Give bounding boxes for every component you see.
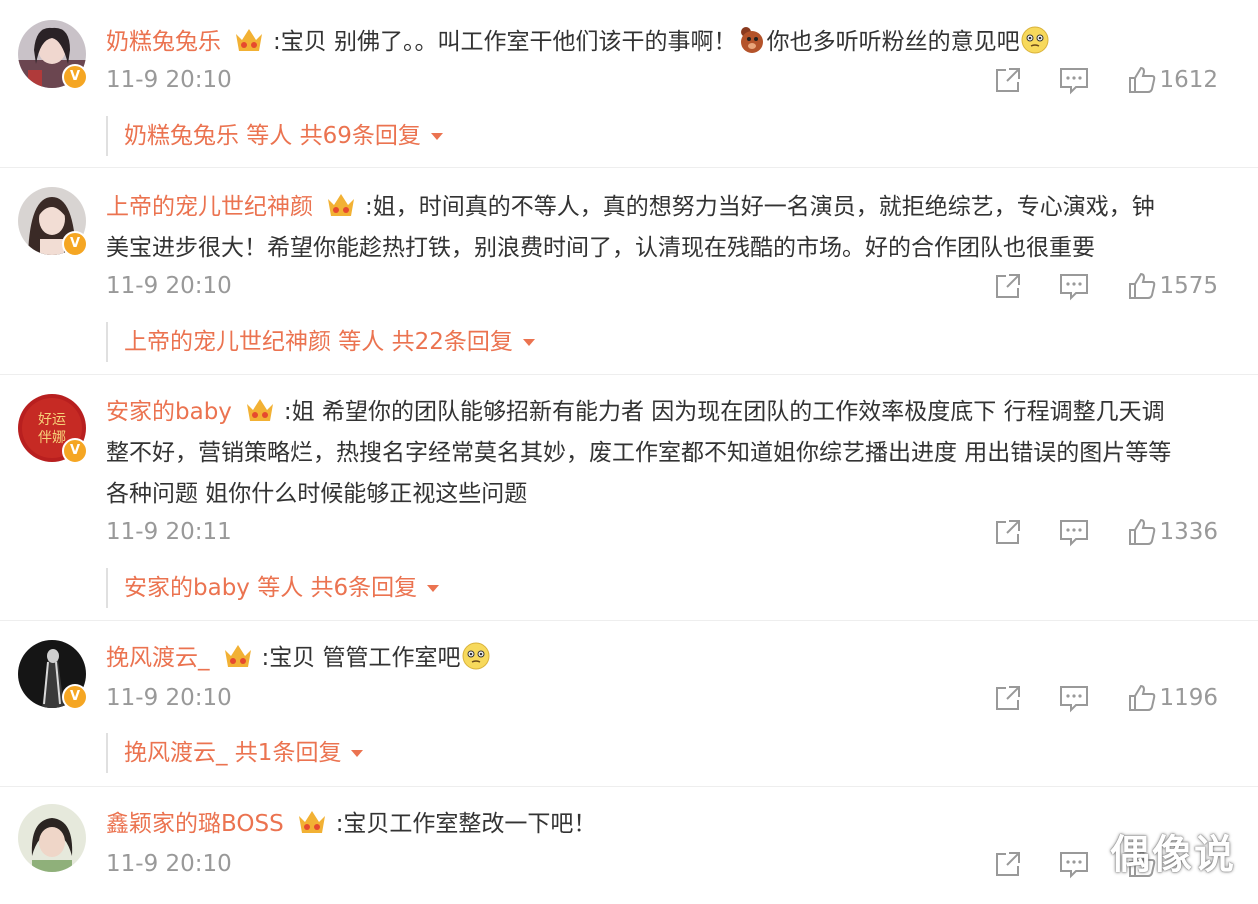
comment-text-cont: 你也多听听粉丝的意见吧 <box>766 29 1020 55</box>
comment-icon[interactable] <box>1058 270 1090 302</box>
like-count: 1575 <box>1159 273 1218 299</box>
comment-text-cont: 美宝进步很大！希望你能趁热打铁，别浪费时间了，认清现在残酷的市场。好的合作团队也… <box>106 235 1095 261</box>
verified-badge-icon: V <box>62 64 88 90</box>
crown-badge-icon <box>246 399 273 421</box>
username-link[interactable]: 挽风渡云_ <box>106 645 210 671</box>
reply-summary-link[interactable]: 上帝的宠儿世纪神颜 等人 共22条回复 <box>106 322 535 362</box>
comment-meta: 11-9 20:10 <box>106 844 1226 884</box>
comment-text: :宝贝 别佛了。。叫工作室干他们该干的事啊！ <box>273 29 737 55</box>
comment-time: 11-9 20:10 <box>106 851 232 877</box>
like-count: 1196 <box>1159 685 1218 711</box>
reply-summary-text: 奶糕兔兔乐 等人 共69条回复 <box>124 123 421 149</box>
comment-body: 安家的baby :姐 希望你的团队能够招新有能力者 因为现在团队的工作效率极度底下… <box>106 392 1226 515</box>
chevron-down-icon <box>427 585 440 592</box>
username-link[interactable]: 上帝的宠儿世纪神颜 <box>106 194 313 220</box>
like-icon[interactable] <box>1126 270 1158 302</box>
reply-summary-text: 上帝的宠儿世纪神颜 等人 共22条回复 <box>124 329 513 355</box>
reply-summary-link[interactable]: 挽风渡云_ 共1条回复 <box>106 733 364 773</box>
watermark: 偶像说 <box>1110 832 1236 878</box>
username-link[interactable]: 鑫颖家的璐BOSS <box>106 811 284 837</box>
like-count: 1336 <box>1159 519 1218 545</box>
comment-icon[interactable] <box>1058 64 1090 96</box>
username-link[interactable]: 奶糕兔兔乐 <box>106 29 221 55</box>
comment-meta: 11-9 20:10 1575 <box>106 266 1226 306</box>
comment-time: 11-9 20:11 <box>106 519 232 545</box>
like-icon[interactable] <box>1126 64 1158 96</box>
chevron-down-icon <box>430 133 443 140</box>
verified-badge-icon: V <box>62 684 88 710</box>
reply-summary-text: 挽风渡云_ 共1条回复 <box>124 740 342 766</box>
comment-text: :姐 希望你的团队能够招新有能力者 因为现在团队的工作效率极度底下 行程调整几天… <box>283 399 1165 425</box>
comment-text-cont: 各种问题 姐你什么时候能够正视这些问题 <box>106 481 528 507</box>
pleading-face-emoji-icon <box>462 642 490 670</box>
comment-body: 挽风渡云_ :宝贝 管管工作室吧 <box>106 638 1226 679</box>
avatar[interactable]: V <box>18 20 88 90</box>
divider <box>0 620 1258 621</box>
comment-time: 11-9 20:10 <box>106 273 232 299</box>
share-icon[interactable] <box>992 516 1024 548</box>
like-icon[interactable] <box>1126 516 1158 548</box>
comment-icon[interactable] <box>1058 848 1090 880</box>
comment-time: 11-9 20:10 <box>106 67 232 93</box>
divider <box>0 167 1258 168</box>
share-icon[interactable] <box>992 682 1024 714</box>
comment-text: :宝贝工作室整改一下吧！ <box>335 811 597 837</box>
reply-summary-link[interactable]: 安家的baby 等人 共6条回复 <box>106 568 440 608</box>
avatar[interactable]: V <box>18 187 88 257</box>
verified-badge-icon: V <box>62 438 88 464</box>
avatar[interactable] <box>18 804 86 872</box>
comment-time: 11-9 20:10 <box>106 685 232 711</box>
chevron-down-icon <box>351 750 364 757</box>
avatar-text: 好运 <box>38 412 66 428</box>
comment-meta: 11-9 20:10 1196 <box>106 678 1226 718</box>
pleading-face-emoji-icon <box>1021 26 1049 54</box>
avatar[interactable]: V <box>18 640 88 710</box>
comment-meta: 11-9 20:11 1336 <box>106 512 1226 552</box>
comment-meta: 11-9 20:10 1612 <box>106 60 1226 100</box>
comment-icon[interactable] <box>1058 516 1090 548</box>
like-count: 1612 <box>1159 67 1218 93</box>
crown-badge-icon <box>298 811 325 833</box>
comment-body: 上帝的宠儿世纪神颜 :姐，时间真的不等人，真的想努力当好一名演员，就拒绝综艺，专心… <box>106 187 1226 269</box>
divider <box>0 374 1258 375</box>
crown-badge-icon <box>328 194 354 216</box>
comment-list: V 奶糕兔兔乐 :宝贝 别佛了。。叫工作室干他们该干的事啊！ 你也多听听粉丝的意见吧… <box>0 0 1258 904</box>
share-icon[interactable] <box>992 64 1024 96</box>
share-icon[interactable] <box>992 848 1024 880</box>
comment-text-cont: 整不好，营销策略烂，热搜名字经常莫名其妙，废工作室都不知道姐你综艺播出进度 用出… <box>106 440 1172 466</box>
reply-summary-text: 安家的baby 等人 共6条回复 <box>124 575 418 601</box>
avatar-text: 伴娜 <box>38 430 66 446</box>
reply-summary-link[interactable]: 奶糕兔兔乐 等人 共69条回复 <box>106 116 443 156</box>
comment-text: :宝贝 管管工作室吧 <box>261 645 461 671</box>
crown-badge-icon <box>236 29 262 51</box>
comment-icon[interactable] <box>1058 682 1090 714</box>
like-icon[interactable] <box>1126 682 1158 714</box>
bear-emoji-icon <box>740 27 763 53</box>
chevron-down-icon <box>522 339 535 346</box>
comment-body: 鑫颖家的璐BOSS :宝贝工作室整改一下吧！ <box>106 804 1226 845</box>
crown-badge-icon <box>224 645 251 667</box>
comment-body: 奶糕兔兔乐 :宝贝 别佛了。。叫工作室干他们该干的事啊！ 你也多听听粉丝的意见吧 <box>106 22 1226 63</box>
comment-text: :姐，时间真的不等人，真的想努力当好一名演员，就拒绝综艺，专心演戏，钟 <box>365 194 1155 220</box>
share-icon[interactable] <box>992 270 1024 302</box>
divider <box>0 786 1258 787</box>
username-link[interactable]: 安家的baby <box>106 399 232 425</box>
avatar[interactable]: 好运 伴娜 V <box>18 394 88 464</box>
verified-badge-icon: V <box>62 231 88 257</box>
